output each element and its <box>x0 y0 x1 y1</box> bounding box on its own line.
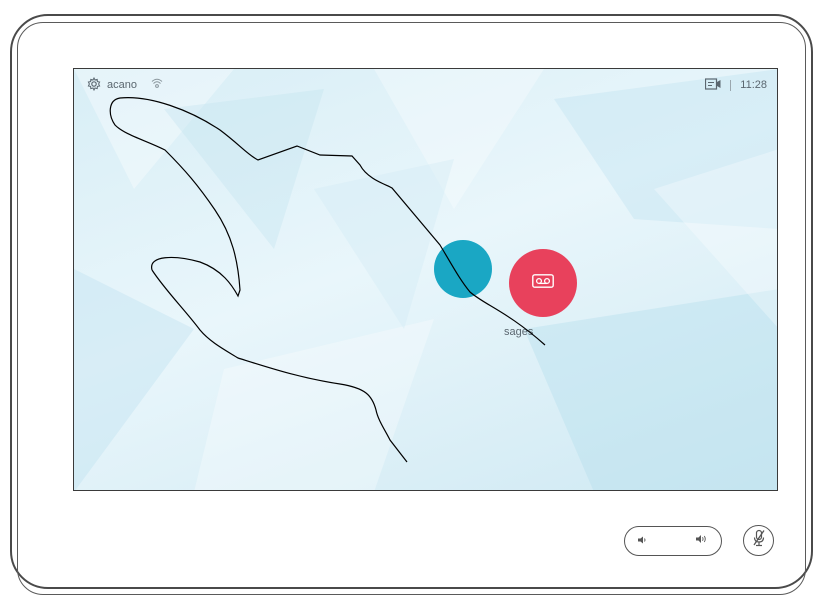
status-right: 11:28 <box>705 76 767 94</box>
clock: 11:28 <box>740 79 767 91</box>
voicemail-button[interactable] <box>509 249 577 317</box>
volume-control[interactable] <box>624 526 722 556</box>
touch-screen: acano 11:28 sages <box>73 68 778 491</box>
voicemail-icon <box>532 273 554 293</box>
speaker-high-icon[interactable] <box>695 532 709 550</box>
status-left: acano <box>87 76 163 94</box>
background-pattern <box>74 69 777 490</box>
self-view-icon[interactable] <box>705 77 721 93</box>
mute-button[interactable] <box>743 525 774 556</box>
status-separator <box>730 79 732 91</box>
voicemail-label: sages <box>504 326 534 338</box>
proximity-icon <box>151 78 163 93</box>
device-name: acano <box>107 79 137 91</box>
speaker-low-icon[interactable] <box>637 532 647 550</box>
microphone-muted-icon <box>752 529 766 552</box>
gear-icon[interactable] <box>87 76 101 94</box>
call-button[interactable] <box>434 240 492 298</box>
